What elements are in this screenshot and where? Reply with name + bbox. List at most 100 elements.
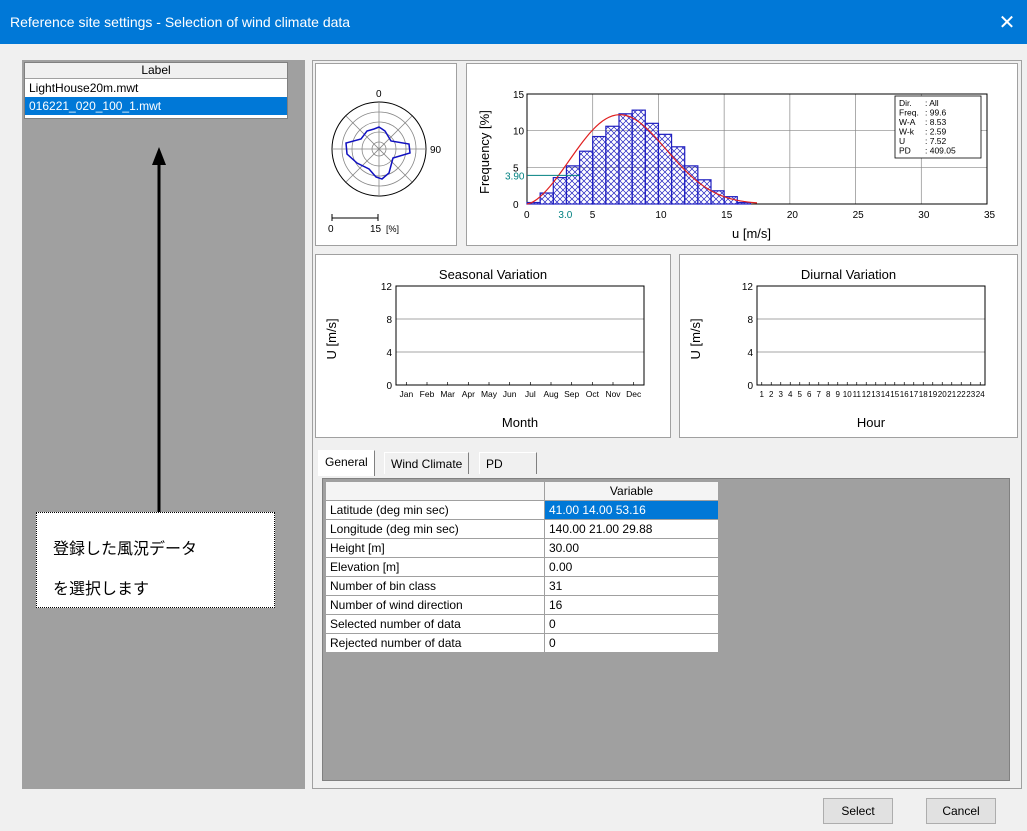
x-tick-label: Jun [503, 389, 517, 399]
x-tick-label: 25 [853, 210, 865, 221]
row-label: Selected number of data [325, 614, 545, 634]
rose-east-label: 90 [430, 145, 442, 156]
wind-rose-panel: 0 90 0 15 [%] [315, 63, 457, 246]
x-tick-label: Nov [605, 389, 621, 399]
row-value[interactable]: 16 [544, 595, 719, 615]
row-value[interactable]: 0.00 [544, 557, 719, 577]
y-tick-label: 4 [386, 348, 392, 359]
histogram-bar [670, 146, 686, 205]
table-row[interactable]: Latitude (deg min sec) 41.00 14.00 53.16 [325, 500, 719, 520]
y-tick-label: 10 [513, 127, 525, 138]
callout-line2: を選択します [53, 579, 150, 598]
chart-title: Seasonal Variation [439, 267, 547, 282]
stats-key: W-k [899, 127, 915, 137]
stats-box: Dir.: All Freq.: 99.6 W-A: 8.53 W-k: 2.59 U:… [894, 95, 982, 159]
histogram-chart: Frequency [%] u [m/s] 0 5 10 15 20 25 30 350510… [477, 90, 996, 241]
variable-table: Variable Latitude (deg min sec) 41.00 14… [325, 481, 719, 653]
rose-scale-zero: 0 [328, 224, 334, 235]
row-value[interactable]: 0 [544, 633, 719, 653]
callout-line1: 登録した風況データ [53, 539, 198, 558]
chart-xlabel: Month [502, 415, 538, 430]
row-value[interactable]: 41.00 14.00 53.16 [544, 500, 719, 520]
list-item[interactable]: LightHouse20m.mwt [25, 79, 287, 97]
x-tick-label: 20 [787, 210, 799, 221]
x-tick-label: 5 [798, 390, 803, 399]
x-tick-label: Jul [525, 389, 536, 399]
x-tick-label: May [481, 389, 498, 399]
diurnal-panel: Diurnal Variation Hour U [m/s] 0 4 8 12 1 2 3 4 5 6 7… [679, 254, 1018, 438]
x-tick-label: 8 [826, 390, 831, 399]
seasonal-chart: Seasonal Variation Month U [m/s] 0 4 8 12 Jan Fe… [324, 267, 645, 430]
row-label: Height [m] [325, 538, 545, 558]
table-row[interactable]: Number of bin class 31 [325, 576, 719, 596]
y-tick-label: 8 [747, 315, 753, 326]
x-tick-label: 21 [947, 390, 956, 399]
table-header-variable[interactable]: Variable [544, 481, 719, 501]
x-tick-label: 35 [984, 210, 996, 221]
table-row[interactable]: Number of wind direction 16 [325, 595, 719, 615]
row-label: Number of wind direction [325, 595, 545, 615]
table-row[interactable]: Elevation [m] 0.00 [325, 557, 719, 577]
x-tick-label: 6 [807, 390, 812, 399]
row-label: Number of bin class [325, 576, 545, 596]
chart-xlabel: Hour [857, 415, 886, 430]
histogram-bar [657, 133, 673, 205]
x-tick-label: 22 [957, 390, 966, 399]
list-header-label[interactable]: Label [25, 63, 287, 79]
stats-value: : All [925, 98, 939, 108]
x-tick-label: 11 [853, 390, 862, 399]
x-tick-label: 9 [836, 390, 841, 399]
stats-value: : 99.6 [925, 108, 947, 118]
title-bar: Reference site settings - Selection of w… [0, 0, 1027, 44]
cancel-button[interactable]: Cancel [926, 798, 996, 824]
row-value[interactable]: 0 [544, 614, 719, 634]
x-tick-label: Apr [462, 389, 475, 399]
x-tick-label: Jan [399, 389, 413, 399]
stats-key: PD [899, 146, 911, 156]
list-item[interactable]: 016221_020_100_1.mwt [25, 97, 287, 115]
row-value[interactable]: 30.00 [544, 538, 719, 558]
x-tick-label: 13 [871, 390, 880, 399]
x-tick-label: 0 [524, 210, 530, 221]
callout-annotation: 登録した風況データ を選択します [36, 512, 275, 608]
table-row[interactable]: Longitude (deg min sec) 140.00 21.00 29.… [325, 519, 719, 539]
x-tick-label: 7 [817, 390, 822, 399]
stats-key: U [899, 136, 905, 146]
x-tick-label: 1 [760, 390, 765, 399]
histogram-bar [605, 125, 620, 205]
table-row[interactable]: Selected number of data 0 [325, 614, 719, 634]
table-row[interactable]: Rejected number of data 0 [325, 633, 719, 653]
close-icon[interactable]: ✕ [987, 0, 1027, 44]
histogram-xlabel: u [m/s] [732, 226, 771, 241]
x-tick-label: 10 [655, 210, 667, 221]
row-value[interactable]: 31 [544, 576, 719, 596]
tab-general[interactable]: General [318, 450, 375, 476]
x-tick-label: 30 [918, 210, 930, 221]
arrow-annotation [152, 147, 166, 513]
x-tick-label: 24 [976, 390, 985, 399]
histogram-bar [552, 176, 568, 205]
window-title: Reference site settings - Selection of w… [10, 14, 351, 30]
row-label: Longitude (deg min sec) [325, 519, 545, 539]
histogram-bar [618, 113, 633, 205]
x-tick-label: 15 [721, 210, 733, 221]
row-value[interactable]: 140.00 21.00 29.88 [544, 519, 719, 539]
marker-y-label: 3.90 [505, 171, 525, 182]
chart-ylabel: U [m/s] [688, 318, 703, 359]
x-tick-label: 10 [843, 390, 852, 399]
row-label: Rejected number of data [325, 633, 545, 653]
table-row[interactable]: Height [m] 30.00 [325, 538, 719, 558]
rose-north-label: 0 [376, 89, 382, 100]
rose-scale-max: 15 [370, 224, 382, 235]
x-tick-label: Feb [420, 389, 435, 399]
stats-key: Dir. [899, 98, 912, 108]
y-tick-label: 8 [386, 315, 392, 326]
x-tick-label: 14 [881, 390, 890, 399]
x-tick-label: 3 [779, 390, 784, 399]
tab-wind-climate[interactable]: Wind Climate [384, 452, 470, 474]
row-label: Elevation [m] [325, 557, 545, 577]
y-tick-label: 15 [513, 90, 525, 101]
select-button[interactable]: Select [823, 798, 893, 824]
tab-pd[interactable]: PD [479, 452, 537, 474]
stats-value: : 2.59 [925, 127, 947, 137]
